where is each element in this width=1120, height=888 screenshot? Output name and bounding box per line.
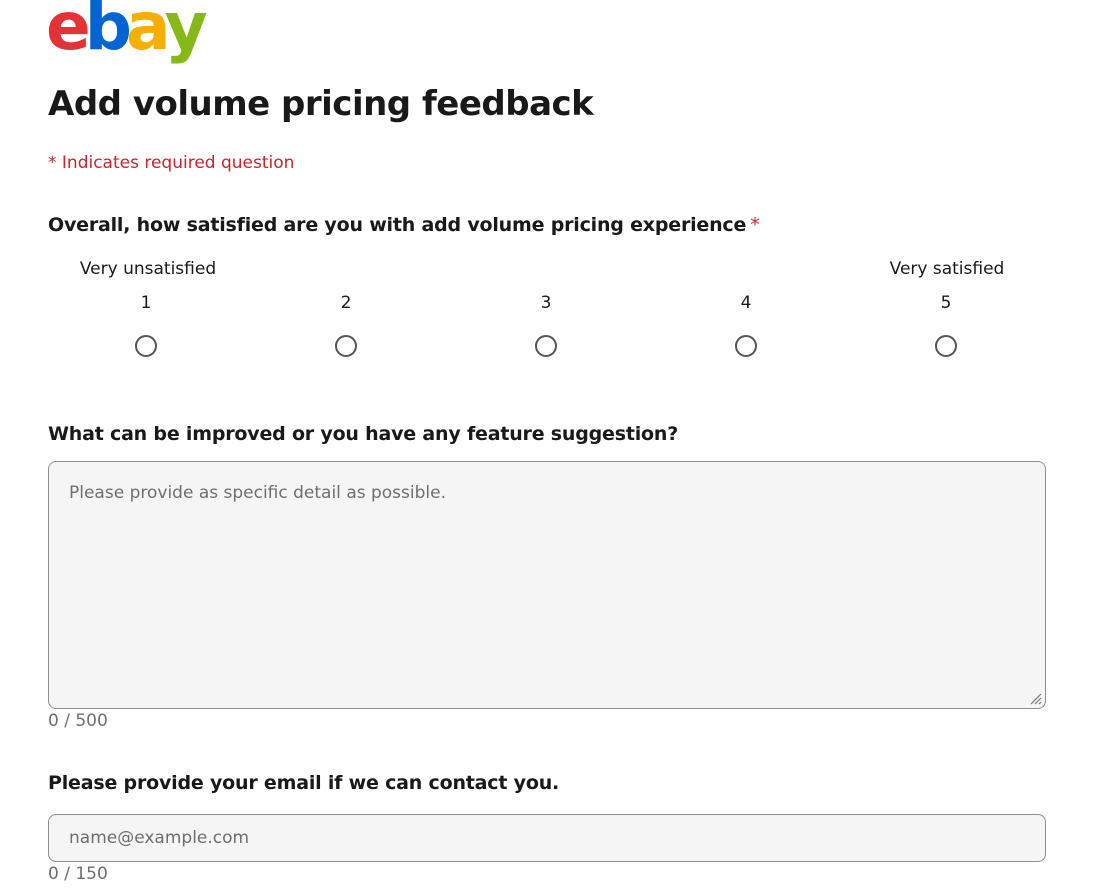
resize-grip-icon[interactable] <box>1028 691 1042 705</box>
question-email-label: Please provide your email if we can cont… <box>48 772 560 794</box>
scale-high-label: Very satisfied <box>889 259 1005 279</box>
scale-low-label: Very unsatisfied <box>79 259 217 279</box>
rating-radio-4[interactable] <box>735 335 757 357</box>
logo-letter-y: y <box>164 0 208 65</box>
rating-option-4: 4 <box>716 293 776 357</box>
logo-letter-b: b <box>84 0 132 65</box>
page-title: Add volume pricing feedback <box>48 84 594 124</box>
email-input[interactable]: name@example.com <box>48 814 1046 862</box>
rating-option-1: 1 <box>116 293 176 357</box>
rating-radio-3[interactable] <box>535 335 557 357</box>
rating-number-4: 4 <box>740 293 752 313</box>
rating-radio-5[interactable] <box>935 335 957 357</box>
required-note: * Indicates required question <box>48 153 295 173</box>
rating-radio-1[interactable] <box>135 335 157 357</box>
rating-option-3: 3 <box>516 293 576 357</box>
rating-number-1: 1 <box>140 293 152 313</box>
email-placeholder: name@example.com <box>69 828 250 848</box>
suggestion-placeholder: Please provide as specific detail as pos… <box>69 483 446 503</box>
question-satisfaction-label: Overall, how satisfied are you with add … <box>48 214 760 236</box>
suggestion-textarea[interactable]: Please provide as specific detail as pos… <box>48 461 1046 709</box>
suggestion-char-counter: 0 / 500 <box>48 711 108 731</box>
logo-letter-a: a <box>126 0 170 65</box>
rating-number-2: 2 <box>340 293 352 313</box>
rating-option-2: 2 <box>316 293 376 357</box>
required-asterisk: * <box>750 214 760 236</box>
email-char-counter: 0 / 150 <box>48 864 108 884</box>
question-satisfaction-text: Overall, how satisfied are you with add … <box>48 214 747 236</box>
question-suggestion-label: What can be improved or you have any fea… <box>48 423 679 445</box>
ebay-logo: ebay <box>46 0 208 65</box>
rating-number-5: 5 <box>940 293 952 313</box>
rating-option-5: 5 <box>916 293 976 357</box>
feedback-page: ebay Add volume pricing feedback * Indic… <box>0 0 1120 888</box>
rating-radio-2[interactable] <box>335 335 357 357</box>
logo-letter-e: e <box>46 0 91 65</box>
rating-number-3: 3 <box>540 293 552 313</box>
